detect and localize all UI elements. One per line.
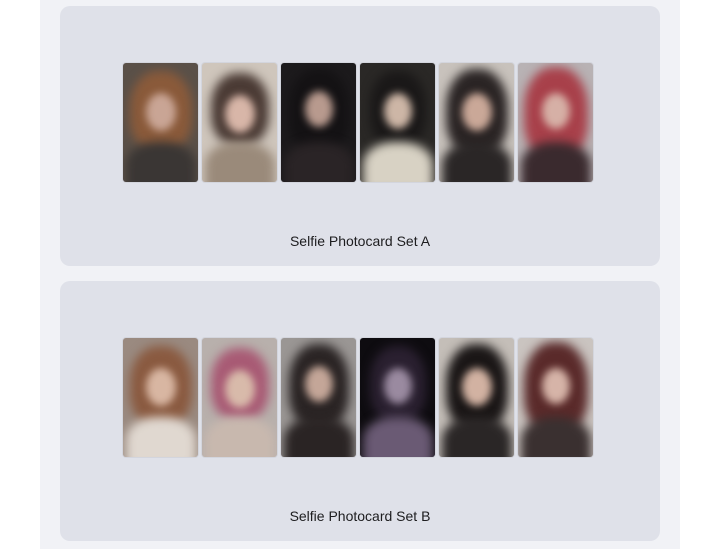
photocard-image[interactable] — [281, 338, 356, 457]
photocard-image[interactable] — [202, 338, 277, 457]
photocard-image[interactable] — [360, 63, 435, 182]
photocard-image[interactable] — [518, 63, 593, 182]
photocard-image[interactable] — [123, 63, 198, 182]
photocard-listing: Selfie Photocard Set A Selfie Photocard … — [40, 0, 680, 549]
photocard-row — [123, 338, 593, 457]
photocard-set-b[interactable]: Selfie Photocard Set B — [60, 281, 660, 541]
set-caption: Selfie Photocard Set A — [289, 233, 431, 249]
photocard-image[interactable] — [360, 338, 435, 457]
photocard-row — [123, 63, 593, 182]
set-caption: Selfie Photocard Set B — [289, 508, 431, 524]
photocard-image[interactable] — [518, 338, 593, 457]
photocard-image[interactable] — [202, 63, 277, 182]
photocard-image[interactable] — [281, 63, 356, 182]
photocard-set-a[interactable]: Selfie Photocard Set A — [60, 6, 660, 266]
photocard-image[interactable] — [439, 338, 514, 457]
photocard-image[interactable] — [439, 63, 514, 182]
photocard-image[interactable] — [123, 338, 198, 457]
